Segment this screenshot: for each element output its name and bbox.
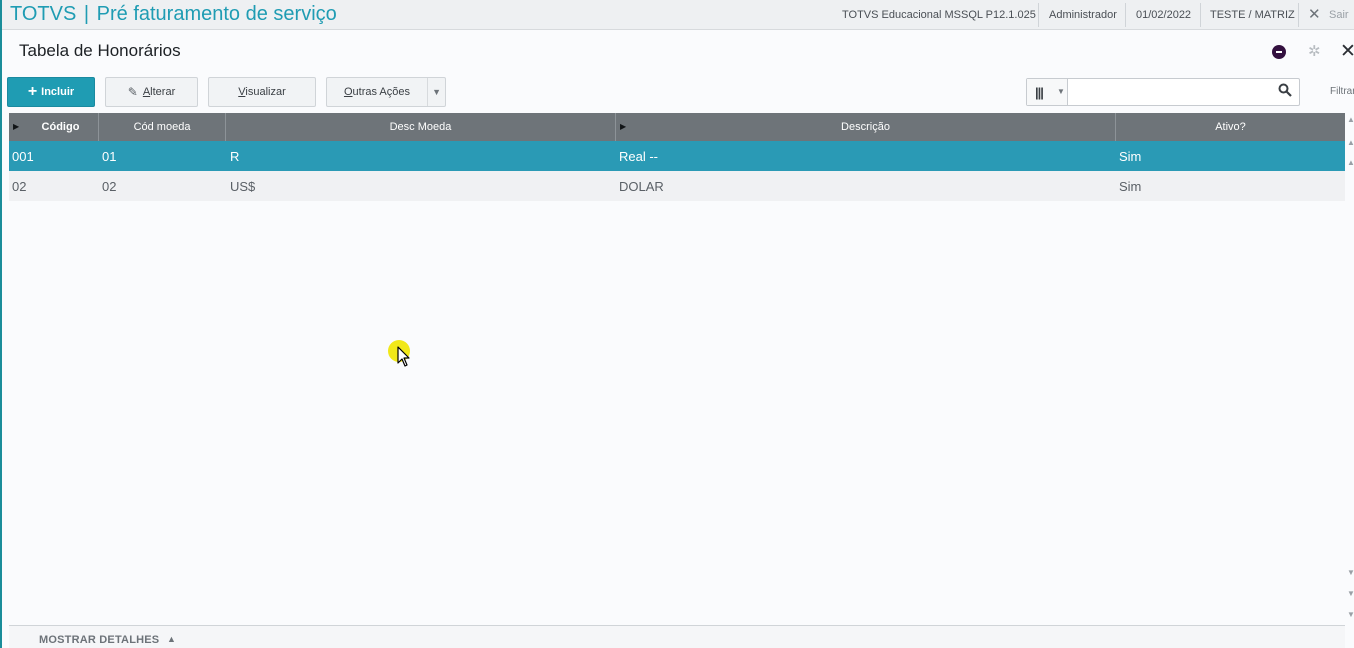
top-bar: TOTVS | Pré faturamento de serviço TOTVS…: [2, 0, 1354, 30]
view-button[interactable]: Visualizar: [208, 77, 316, 107]
company-label[interactable]: TESTE / MATRIZ: [1210, 9, 1295, 21]
show-details-toggle[interactable]: MOSTRAR DETALHES: [39, 634, 159, 646]
scroll-up-icon[interactable]: ▲: [1346, 158, 1354, 167]
table-row[interactable]: 02 02 US$ DOLAR Sim: [9, 171, 1345, 201]
date-label[interactable]: 01/02/2022: [1136, 9, 1191, 21]
scroll-down-icon[interactable]: ▼: [1346, 589, 1354, 598]
chevron-down-icon: ▼: [1057, 87, 1065, 96]
columns-icon: |||: [1035, 85, 1044, 100]
chevron-down-icon[interactable]: ▼: [432, 87, 441, 97]
chevron-up-icon[interactable]: ▲: [167, 634, 176, 644]
cell-cod-moeda: 02: [102, 179, 117, 194]
column-header-descricao[interactable]: Descrição: [616, 113, 1116, 141]
scroll-up-icon[interactable]: ▲: [1346, 138, 1354, 147]
scroll-top-icon[interactable]: ▲: [1346, 115, 1354, 124]
divider: [1125, 3, 1126, 27]
brand-name: TOTVS: [10, 3, 77, 25]
divider: [1038, 3, 1039, 27]
grid-header: ▶ Código Cód moeda Desc Moeda ▶ Descriçã…: [9, 113, 1345, 141]
column-header-codigo[interactable]: Código: [9, 113, 99, 141]
include-button[interactable]: + Incluir: [7, 77, 95, 107]
search-box: ||| ▼: [1026, 78, 1300, 106]
plus-icon: +: [27, 83, 38, 100]
app-window: TOTVS | Pré faturamento de serviço TOTVS…: [0, 0, 1354, 648]
title-separator: |: [83, 3, 90, 25]
page-title: Tabela de Honorários: [19, 41, 181, 60]
divider: [1298, 3, 1299, 27]
table-row[interactable]: 001 01 R Real -- Sim: [9, 141, 1345, 171]
divider: [1200, 3, 1201, 27]
cell-desc-moeda: R: [230, 149, 240, 164]
exit-icon[interactable]: ✕: [1308, 5, 1321, 23]
include-button-label: Incluir: [41, 86, 75, 98]
column-header-desc-moeda[interactable]: Desc Moeda: [226, 113, 616, 141]
filter-button[interactable]: Filtrar: [1330, 86, 1354, 97]
view-button-label: Visualizar: [238, 86, 286, 98]
scroll-bottom-icon[interactable]: ▼: [1346, 610, 1354, 619]
cell-codigo: 02: [12, 179, 27, 194]
cell-codigo: 001: [12, 149, 34, 164]
module-name: Pré faturamento de serviço: [96, 3, 337, 25]
more-actions-button[interactable]: Outras Ações ▼: [326, 77, 446, 107]
divider: [427, 78, 428, 106]
search-input[interactable]: [1069, 79, 1269, 105]
cell-ativo: Sim: [1119, 179, 1142, 194]
cell-cod-moeda: 01: [102, 149, 117, 164]
column-selector-button[interactable]: ||| ▼: [1027, 79, 1068, 105]
gear-icon[interactable]: ✲: [1308, 42, 1321, 60]
mouse-pointer-icon: [397, 346, 410, 367]
details-footer[interactable]: MOSTRAR DETALHES ▲: [9, 625, 1345, 648]
cell-desc-moeda: US$: [230, 179, 256, 194]
edit-button[interactable]: ✎ Alterar: [105, 77, 198, 107]
scroll-down-icon[interactable]: ▼: [1346, 568, 1354, 577]
column-header-cod-moeda[interactable]: Cód moeda: [99, 113, 226, 141]
edit-button-label: Alterar: [142, 86, 176, 98]
environment-label: TOTVS Educacional MSSQL P12.1.025: [842, 9, 1036, 21]
search-icon[interactable]: [1278, 83, 1292, 100]
more-actions-label: Outras Ações: [343, 86, 411, 98]
help-dot-icon[interactable]: [1272, 45, 1286, 59]
exit-button[interactable]: Sair: [1329, 9, 1349, 21]
column-header-ativo[interactable]: Ativo?: [1116, 113, 1345, 141]
app-title: TOTVS | Pré faturamento de serviço: [10, 3, 337, 26]
user-label[interactable]: Administrador: [1049, 9, 1117, 21]
close-icon[interactable]: ✕: [1340, 40, 1354, 63]
pencil-icon: ✎: [127, 85, 138, 99]
cell-descricao: DOLAR: [619, 179, 664, 194]
cell-ativo: Sim: [1119, 149, 1142, 164]
cell-descricao: Real --: [619, 149, 659, 164]
